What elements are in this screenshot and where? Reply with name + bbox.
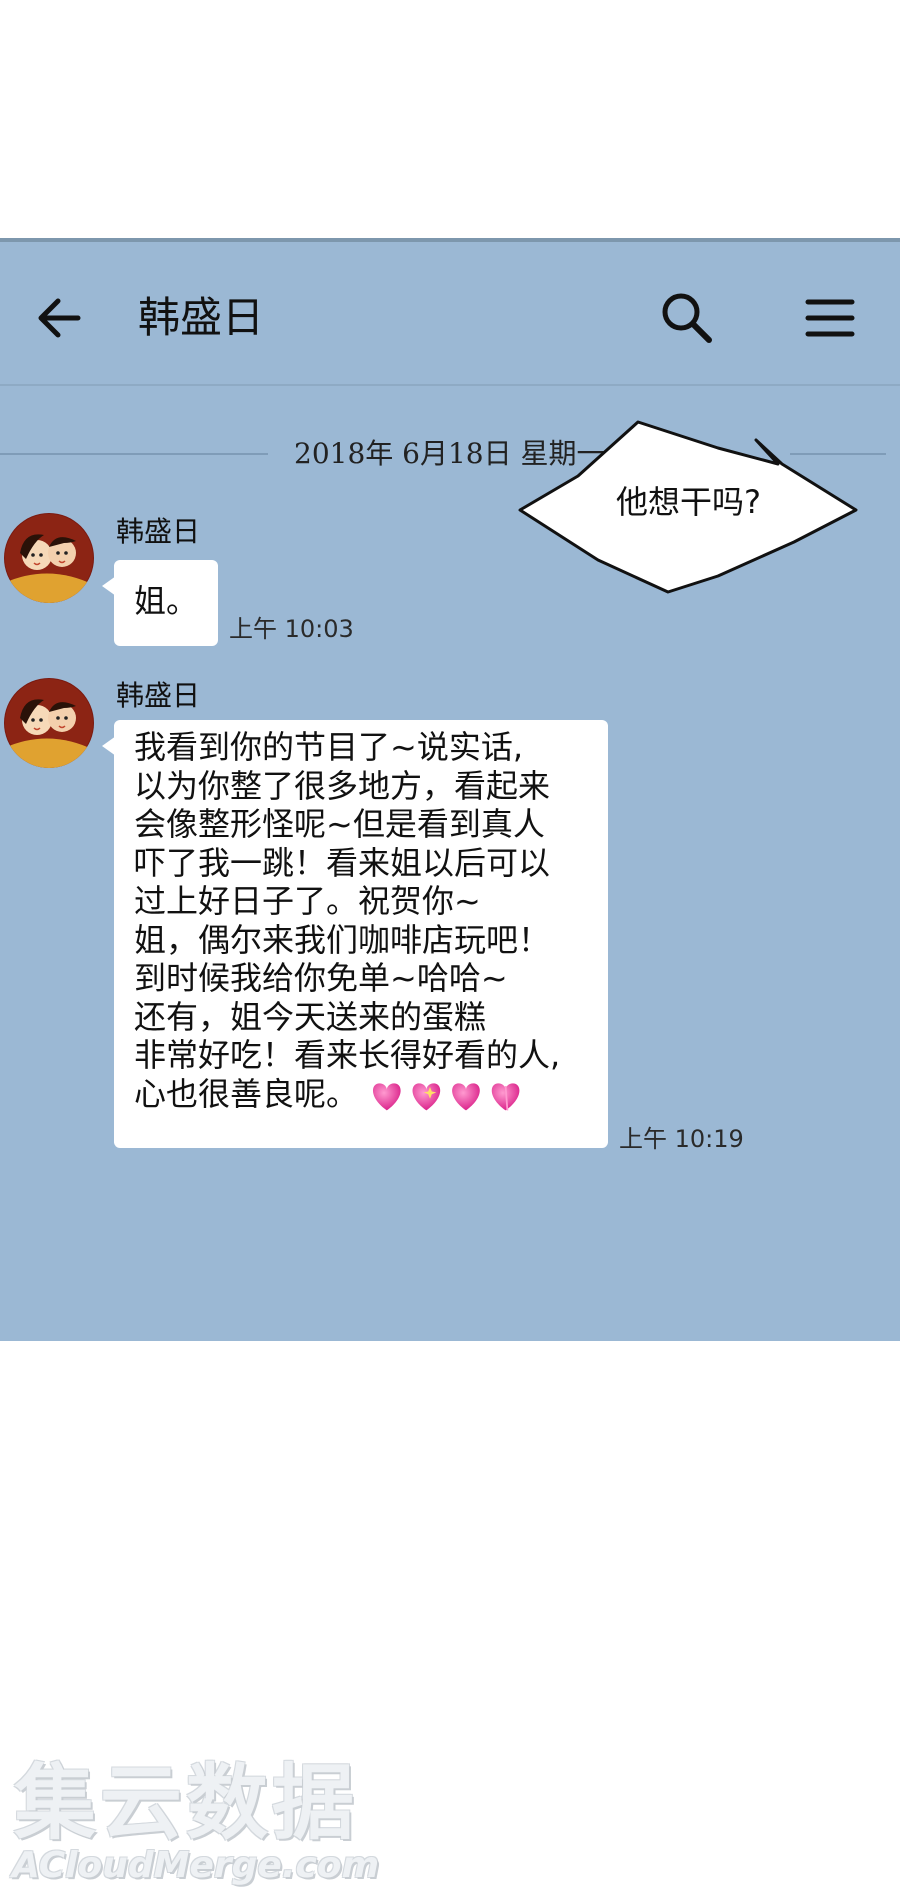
message-text: 姐。 [134, 582, 199, 620]
chat-header: 韩盛日 [0, 238, 900, 386]
message-line: 吓了我一跳！看来姐以后可以 [134, 843, 551, 882]
message-line: 心也很善良呢。 [134, 1075, 560, 1114]
avatar-image [4, 513, 94, 603]
avatar[interactable] [4, 513, 94, 603]
bubble-tail [102, 736, 116, 756]
message-line: 姐，偶尔来我们咖啡店玩吧！ [134, 920, 551, 959]
message-line: 以为你整了很多地方，看起来 [134, 766, 551, 805]
back-button[interactable] [30, 288, 90, 348]
chat-screen: 韩盛日 2018年 6月18日 星期一 韩盛日 姐。 上午 10:03 韩盛日 … [0, 238, 900, 1341]
message-time: 上午 10:03 [229, 615, 354, 643]
message-line: 到时候我给你免单~哈哈~ [134, 959, 508, 997]
message-line: 会像整形怪呢~但是看到真人 [134, 805, 545, 843]
chat-title: 韩盛日 [138, 293, 265, 342]
menu-button[interactable] [800, 288, 860, 348]
message-line: 过上好日子了。祝贺你~ [134, 882, 481, 920]
sender-name: 韩盛日 [116, 515, 201, 548]
header-divider [0, 384, 900, 386]
hamburger-menu-icon [805, 299, 855, 337]
search-button[interactable] [655, 286, 719, 350]
avatar-image [4, 678, 94, 768]
arrow-left-icon [38, 298, 81, 338]
message-line: 非常好吃！看来长得好看的人, [134, 1036, 561, 1074]
message-body: 我看到你的节目了~说实话, 以为你整了很多地方，看起来 会像整形怪呢~但是看到真… [134, 728, 560, 1114]
heart-emoji-icon [372, 1082, 520, 1110]
message-line-text: 心也很善良呢。 [134, 1074, 359, 1113]
message-line: 还有，姐今天送来的蛋糕 [134, 997, 487, 1036]
message-bubble[interactable]: 姐。 [102, 560, 218, 646]
bubble-tail [102, 576, 116, 596]
screen-top-border [0, 238, 900, 242]
date-divider-left [0, 453, 268, 455]
speech-balloon-text: 他想干吗? [616, 483, 761, 521]
watermark-cn: 集云数据 [14, 1756, 359, 1851]
watermark-en: ACloudMerge.com [12, 1845, 380, 1886]
message-bubble[interactable]: 我看到你的节目了~说实话, 以为你整了很多地方，看起来 会像整形怪呢~但是看到真… [102, 720, 608, 1148]
watermark: 集云数据 ACloudMerge.com [6, 1756, 380, 1888]
message-time: 上午 10:19 [619, 1125, 744, 1153]
sender-name: 韩盛日 [116, 679, 201, 712]
avatar[interactable] [4, 678, 94, 768]
message-line: 我看到你的节目了~说实话, [134, 728, 523, 766]
search-icon [662, 293, 712, 343]
